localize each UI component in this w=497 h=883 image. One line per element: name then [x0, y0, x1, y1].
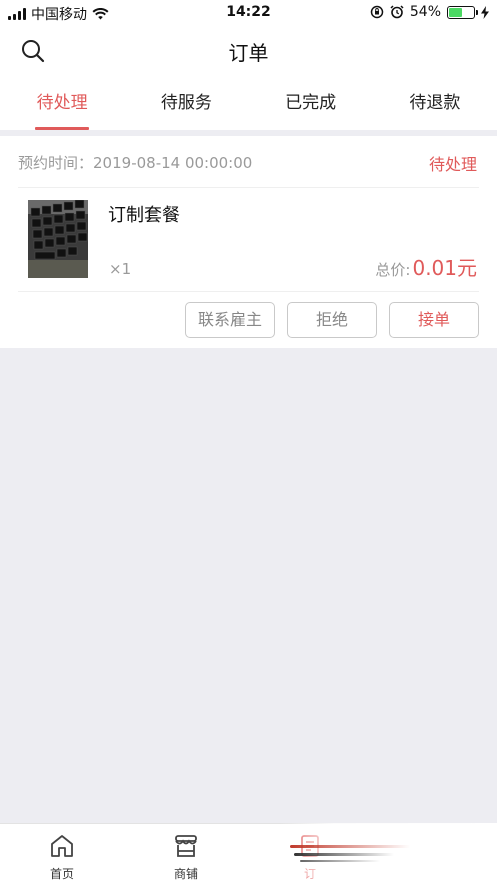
nav-store-label: 商铺: [173, 867, 198, 881]
order-time: 预约时间：2019-08-14 00:00:00: [18, 152, 252, 173]
contact-employer-button[interactable]: 联系雇主: [185, 302, 275, 338]
page-title: 订单: [228, 41, 269, 65]
home-icon: [51, 835, 73, 857]
tab-to-serve[interactable]: 待服务: [124, 76, 248, 130]
order-total: 总价: 0.01元: [375, 252, 477, 281]
order-card[interactable]: 预约时间：2019-08-14 00:00:00 待处理 订制套餐 ×1 总价:…: [0, 136, 497, 348]
order-time-value: 2019-08-14 00:00:00: [93, 154, 253, 172]
total-price: 0.01元: [412, 256, 477, 280]
store-icon: [175, 835, 197, 857]
nav-home-label: 首页: [49, 867, 74, 881]
order-time-label: 预约时间：: [18, 154, 94, 172]
product-quantity: ×1: [109, 260, 132, 278]
tab-completed[interactable]: 已完成: [249, 76, 373, 130]
reject-button[interactable]: 拒绝: [287, 302, 377, 338]
bottom-nav: 首页 商铺 订: [0, 823, 497, 883]
product-name: 订制套餐: [108, 205, 180, 226]
order-tabs: 待处理 待服务 已完成 待退款: [0, 76, 497, 130]
nav-store[interactable]: 商铺: [124, 824, 248, 883]
nav-home[interactable]: 首页: [0, 824, 124, 883]
header: 订单: [0, 26, 497, 76]
battery-icon: [447, 5, 478, 19]
product-thumbnail: [28, 200, 88, 278]
tab-pending[interactable]: 待处理: [0, 76, 124, 130]
status-bar: 中国移动 14:22 54%: [0, 0, 497, 26]
watermark-overlay: [280, 823, 497, 883]
rotation-lock-icon: [370, 5, 384, 19]
tab-refund[interactable]: 待退款: [373, 76, 497, 130]
alarm-icon: [390, 5, 404, 19]
order-status: 待处理: [428, 155, 477, 174]
battery-percent: 54%: [409, 4, 441, 20]
accept-order-button[interactable]: 接单: [389, 302, 479, 338]
order-item[interactable]: 订制套餐 ×1 总价: 0.01元: [18, 188, 479, 292]
charging-icon: [481, 5, 489, 19]
order-actions: 联系雇主 拒绝 接单: [185, 302, 479, 338]
order-header: 预约时间：2019-08-14 00:00:00 待处理: [18, 136, 479, 188]
status-right: 54%: [370, 4, 489, 20]
total-label: 总价:: [375, 261, 411, 279]
